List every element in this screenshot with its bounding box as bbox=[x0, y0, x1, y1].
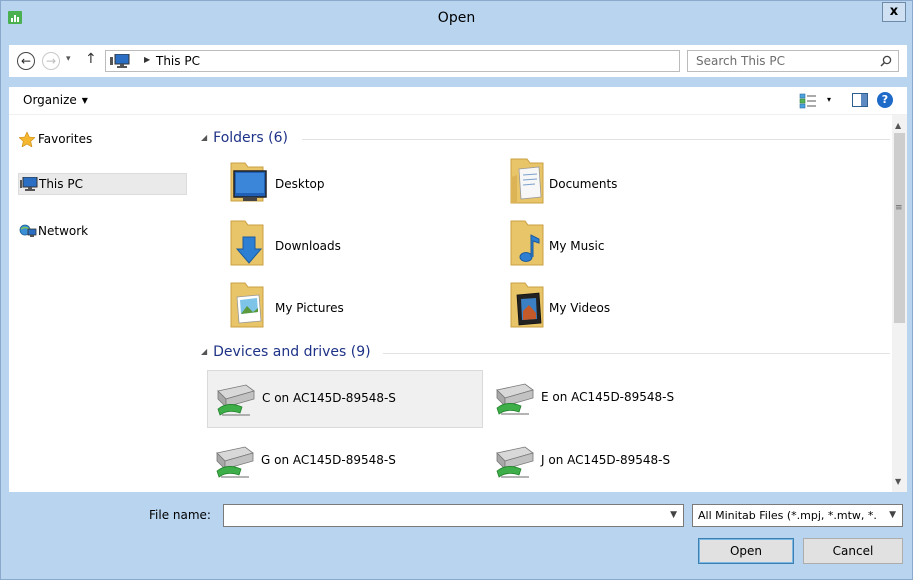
search-icon[interactable] bbox=[880, 55, 892, 70]
close-button[interactable]: x bbox=[882, 2, 906, 22]
drive-tile-e[interactable]: E on AC145D-89548-S bbox=[487, 370, 763, 428]
collapse-triangle-icon: ◢ bbox=[201, 133, 208, 142]
file-name-label: File name: bbox=[149, 508, 211, 522]
folder-name: My Videos bbox=[549, 301, 611, 315]
drive-tile-g[interactable]: G on AC145D-89548-S bbox=[207, 433, 483, 491]
drives-group-header[interactable]: ◢ Devices and drives (9) bbox=[201, 344, 371, 360]
music-folder-icon bbox=[509, 219, 549, 270]
network-icon bbox=[19, 224, 37, 241]
breadcrumb-separator-icon[interactable]: ▶ bbox=[144, 55, 150, 64]
scroll-grip-icon: ≡ bbox=[895, 203, 903, 213]
file-type-select[interactable]: All Minitab Files (*.mpj, *.mtw, *. ▼ bbox=[692, 504, 903, 527]
group-divider bbox=[383, 353, 890, 354]
search-box[interactable] bbox=[687, 50, 899, 72]
help-icon[interactable]: ? bbox=[877, 92, 893, 108]
collapse-triangle-icon: ◢ bbox=[201, 347, 208, 356]
address-bar[interactable]: ▶ This PC ⌄ ↻ bbox=[105, 50, 773, 72]
chevron-down-icon: ▼ bbox=[81, 96, 88, 105]
folder-name: My Music bbox=[549, 239, 605, 253]
sidebar-item-this-pc[interactable]: This PC bbox=[18, 173, 187, 195]
scroll-up-icon[interactable]: ▲ bbox=[895, 121, 901, 130]
sidebar-item-network[interactable]: Network bbox=[18, 221, 187, 243]
vertical-scrollbar[interactable]: ▲ ≡ ▼ bbox=[892, 115, 907, 492]
organize-label: Organize bbox=[23, 93, 77, 107]
change-view-icon[interactable] bbox=[799, 93, 817, 112]
command-bar: Organize ▼ ▾ ? bbox=[9, 87, 907, 115]
window-title: Open bbox=[437, 10, 476, 26]
breadcrumb-this-pc[interactable]: This PC bbox=[156, 54, 200, 68]
sidebar-item-favorites[interactable]: Favorites bbox=[18, 129, 187, 151]
folders-group-header[interactable]: ◢ Folders (6) bbox=[201, 130, 288, 146]
scroll-down-icon[interactable]: ▼ bbox=[895, 477, 901, 486]
documents-folder-icon bbox=[509, 157, 549, 208]
preview-pane-icon[interactable] bbox=[852, 93, 868, 107]
content-area: Favorites This PC Network ◢ Folders (6) … bbox=[9, 115, 907, 492]
network-drive-icon bbox=[493, 443, 535, 484]
this-pc-icon bbox=[20, 176, 38, 194]
view-options-button[interactable]: ▾ bbox=[827, 95, 831, 104]
navigation-pane: Favorites This PC Network bbox=[9, 115, 190, 492]
sidebar-item-label: Favorites bbox=[38, 132, 93, 146]
back-button[interactable]: ← bbox=[17, 52, 35, 70]
network-drive-icon bbox=[214, 381, 256, 422]
search-input[interactable] bbox=[696, 53, 866, 69]
group-header-label: Folders (6) bbox=[213, 130, 288, 146]
chevron-down-icon[interactable]: ▼ bbox=[889, 510, 896, 520]
videos-folder-icon bbox=[509, 281, 549, 332]
drive-name: E on AC145D-89548-S bbox=[541, 390, 675, 404]
file-name-combobox[interactable]: ▼ bbox=[223, 504, 684, 527]
folder-tile-desktop[interactable]: Desktop bbox=[209, 153, 485, 211]
navigation-bar: ← → ▾ ↑ ▶ This PC ⌄ ↻ bbox=[9, 45, 907, 77]
folder-name: Downloads bbox=[275, 239, 341, 253]
folder-tile-downloads[interactable]: Downloads bbox=[209, 215, 485, 273]
star-icon bbox=[18, 131, 36, 150]
forward-button[interactable]: → bbox=[42, 52, 60, 70]
drive-name: C on AC145D-89548-S bbox=[262, 391, 396, 405]
file-type-selected: All Minitab Files (*.mpj, *.mtw, *. bbox=[698, 509, 877, 522]
folder-tile-my-music[interactable]: My Music bbox=[489, 215, 765, 273]
file-name-input[interactable] bbox=[228, 507, 648, 524]
organize-menu-button[interactable]: Organize ▼ bbox=[23, 93, 88, 107]
drive-tile-j[interactable]: J on AC145D-89548-S bbox=[487, 433, 763, 491]
desktop-folder-icon bbox=[229, 157, 269, 208]
pictures-folder-icon bbox=[229, 281, 269, 332]
chevron-down-icon[interactable]: ▼ bbox=[670, 510, 677, 520]
open-button[interactable]: Open bbox=[698, 538, 794, 564]
downloads-folder-icon bbox=[229, 219, 269, 270]
drive-name: G on AC145D-89548-S bbox=[261, 453, 396, 467]
up-button[interactable]: ↑ bbox=[85, 51, 97, 67]
sidebar-item-label: Network bbox=[38, 224, 89, 238]
file-list-pane: ◢ Folders (6) Desktop Documents Download… bbox=[195, 115, 892, 492]
folder-tile-documents[interactable]: Documents bbox=[489, 153, 765, 211]
group-divider bbox=[302, 139, 890, 140]
folder-name: Desktop bbox=[275, 177, 325, 191]
folder-name: My Pictures bbox=[275, 301, 344, 315]
group-header-label: Devices and drives (9) bbox=[213, 344, 371, 360]
folder-tile-my-videos[interactable]: My Videos bbox=[489, 277, 765, 335]
sidebar-item-label: This PC bbox=[39, 177, 83, 191]
drive-name: J on AC145D-89548-S bbox=[541, 453, 671, 467]
open-dialog: Open x ← → ▾ ↑ ▶ This PC ⌄ ↻ bbox=[0, 0, 913, 580]
scrollbar-thumb[interactable] bbox=[894, 133, 905, 323]
network-drive-icon bbox=[493, 380, 535, 421]
network-drive-icon bbox=[213, 443, 255, 484]
recent-locations-button[interactable]: ▾ bbox=[66, 54, 71, 64]
title-bar: Open x bbox=[1, 1, 912, 34]
cancel-button[interactable]: Cancel bbox=[803, 538, 903, 564]
folder-name: Documents bbox=[549, 177, 618, 191]
this-pc-icon bbox=[110, 53, 140, 71]
folder-tile-my-pictures[interactable]: My Pictures bbox=[209, 277, 485, 335]
drive-tile-c[interactable]: C on AC145D-89548-S bbox=[207, 370, 483, 428]
